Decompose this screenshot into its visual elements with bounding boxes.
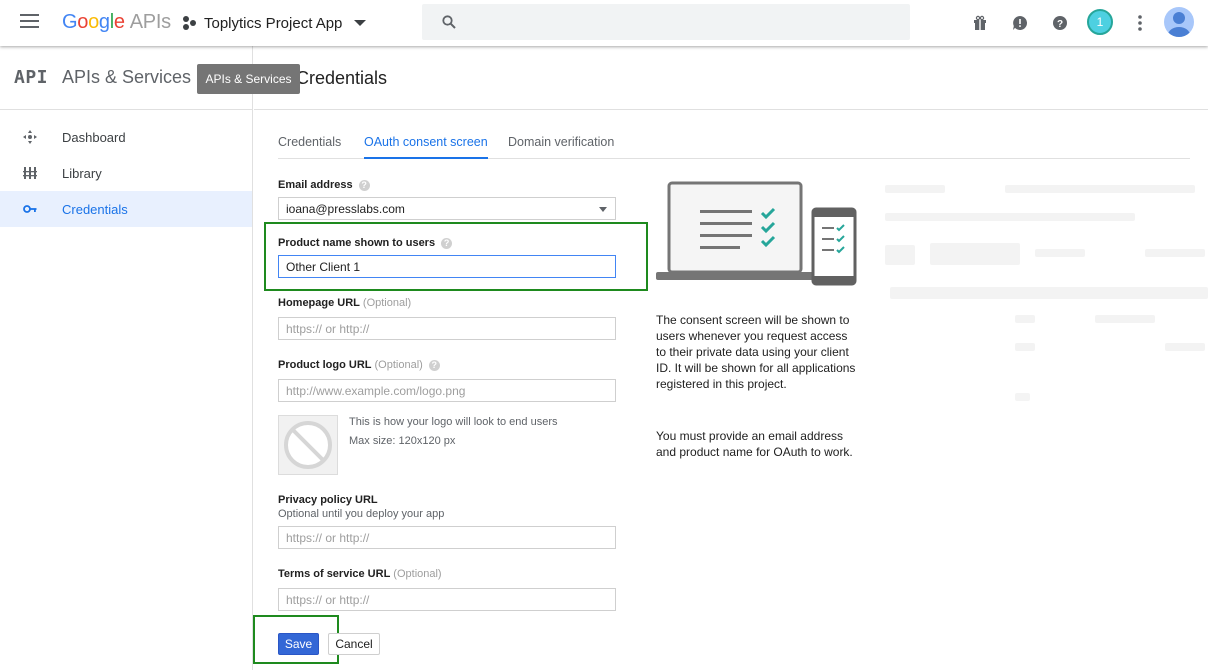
page-title: Credentials xyxy=(296,68,388,88)
sidebar-title[interactable]: APIs & Services xyxy=(62,67,191,88)
project-selector[interactable]: Toplytics Project App xyxy=(183,13,367,33)
account-icon xyxy=(1168,12,1190,37)
terms-label-text: Terms of service URL xyxy=(278,568,391,580)
consent-screen-illustration xyxy=(656,181,857,286)
homepage-label: Homepage URL (Optional) xyxy=(278,297,411,309)
optional-tag: (Optional) xyxy=(362,297,412,309)
more-vert-icon[interactable] xyxy=(1130,13,1150,33)
homepage-url-input[interactable] xyxy=(278,317,616,340)
homepage-label-text: Homepage URL xyxy=(278,297,360,309)
dashboard-icon xyxy=(23,130,37,144)
key-icon xyxy=(23,205,37,213)
apis-wordmark: APIs xyxy=(129,11,171,33)
help-icon[interactable]: ? xyxy=(358,179,370,191)
dropdown-arrow-icon xyxy=(599,207,607,212)
optional-tag: (Optional) xyxy=(393,568,442,580)
google-wordmark: Google xyxy=(62,11,125,33)
tab-credentials[interactable]: Credentials xyxy=(278,135,341,157)
feedback-icon[interactable] xyxy=(1010,13,1030,33)
page-header: Credentials xyxy=(254,46,1208,110)
logo-url-label: Product logo URL (Optional)? xyxy=(278,359,440,371)
sidebar: API APIs & Services Dashboard Library Cr… xyxy=(0,46,253,670)
consent-info-text: The consent screen will be shown to user… xyxy=(656,313,856,391)
api-logo: API xyxy=(14,67,49,88)
save-button[interactable]: Save xyxy=(278,633,319,655)
logo-size-hint: Max size: 120x120 px xyxy=(349,435,456,447)
product-name-label: Product name shown to users? xyxy=(278,237,453,249)
svg-text:?: ? xyxy=(1057,19,1063,30)
cancel-button[interactable]: Cancel xyxy=(328,633,380,655)
help-icon[interactable]: ? xyxy=(428,359,440,371)
email-select[interactable]: ioana@presslabs.com xyxy=(278,197,616,220)
logo-url-label-text: Product logo URL xyxy=(278,359,372,371)
no-logo-icon xyxy=(284,421,332,469)
google-apis-logo[interactable]: Google APIs xyxy=(62,11,171,34)
terms-label: Terms of service URL (Optional) xyxy=(278,568,442,580)
logo-preview xyxy=(278,415,338,475)
faded-preview xyxy=(885,175,1208,435)
privacy-sublabel: Optional until you deploy your app xyxy=(278,508,445,520)
help-icon[interactable]: ? xyxy=(1050,13,1070,33)
product-name-label-text: Product name shown to users xyxy=(278,237,436,249)
email-label: Email address? xyxy=(278,179,370,191)
project-name: Toplytics Project App xyxy=(204,14,343,32)
email-label-text: Email address xyxy=(278,179,353,191)
sidebar-item-label: Library xyxy=(62,165,102,181)
help-icon[interactable]: ? xyxy=(441,237,453,249)
sidebar-title-tooltip: APIs & Services xyxy=(197,64,300,94)
optional-tag: (Optional) xyxy=(374,359,423,371)
library-icon xyxy=(23,167,37,179)
tab-domain-verification[interactable]: Domain verification xyxy=(508,135,614,157)
main-menu-icon[interactable] xyxy=(20,14,39,30)
project-icon xyxy=(183,16,197,30)
privacy-url-input[interactable] xyxy=(278,526,616,549)
tab-oauth-consent-screen[interactable]: OAuth consent screen xyxy=(364,135,488,159)
sidebar-item-credentials[interactable]: Credentials xyxy=(0,191,252,227)
gift-icon[interactable] xyxy=(970,13,990,33)
email-value: ioana@presslabs.com xyxy=(286,202,405,216)
logo-hint: This is how your logo will look to end u… xyxy=(349,416,558,428)
privacy-label: Privacy policy URL xyxy=(278,494,378,506)
oauth-requirement-text: You must provide an email address and pr… xyxy=(656,429,853,459)
top-app-bar: Google APIs Toplytics Project App ? 1 xyxy=(0,0,1208,46)
sidebar-item-label: Dashboard xyxy=(62,129,126,145)
account-avatar[interactable] xyxy=(1164,7,1194,37)
product-name-input[interactable] xyxy=(278,255,616,278)
sidebar-item-label: Credentials xyxy=(62,201,128,217)
search-input[interactable] xyxy=(422,4,910,40)
logo-url-input[interactable] xyxy=(278,379,616,402)
notifications-badge[interactable]: 1 xyxy=(1087,9,1113,35)
sidebar-item-library[interactable]: Library xyxy=(0,155,252,191)
chevron-down-icon xyxy=(354,20,367,26)
terms-url-input[interactable] xyxy=(278,588,616,611)
search-icon xyxy=(442,15,456,29)
tab-bar: Credentials OAuth consent screen Domain … xyxy=(278,128,1190,159)
sidebar-item-dashboard[interactable]: Dashboard xyxy=(0,119,252,155)
